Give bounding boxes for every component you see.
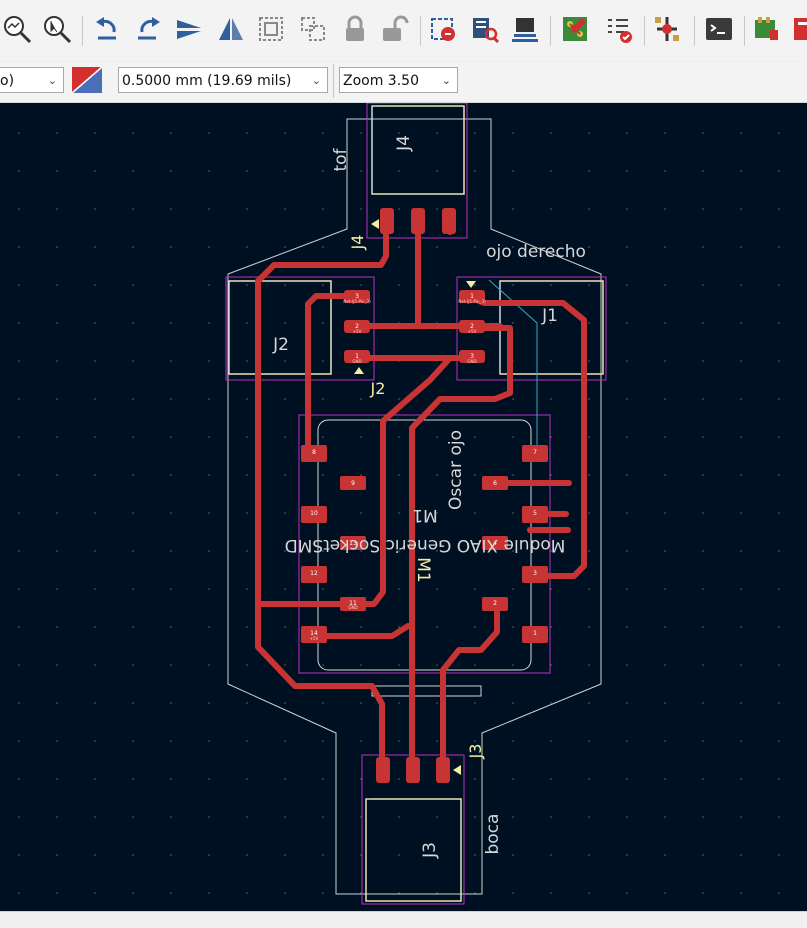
oscar-ojo-label: Oscar ojo [446,430,466,510]
unlock-icon[interactable] [380,14,410,44]
j1-reference: J1 [541,306,558,326]
interactive-router-icon[interactable] [652,14,682,44]
rotate-ccw-icon[interactable] [92,14,122,44]
module-value-label: Module XIAO Generic SocketSMD [285,535,566,555]
toolbar-separator [694,16,695,46]
pad-number: 1 [533,630,537,637]
boca-label: boca [483,814,503,855]
j4-pad-1 [380,208,394,234]
pad-number: 7 [533,449,537,456]
net-inspector-icon[interactable] [560,14,590,44]
j3-pad-3 [436,757,450,783]
layer-select-value: o) [0,73,15,89]
options-toolbar: o) ⌄ 0.5000 mm (19.69 mils) ⌄ Zoom 3.50 … [0,62,807,103]
pad-net-label: GND [352,359,361,364]
j3-reference: J3 [420,842,440,859]
m1-silk-label: M1 [413,557,433,582]
zoom-value: Zoom 3.50 [343,73,419,89]
pcb-canvas[interactable]: 3 2 1 1 2 3 8 10 12 14 7 5 3 1 9 13 11 6… [0,103,807,911]
pad-number: 6 [493,480,497,487]
pcb-board-svg[interactable]: 3 2 1 1 2 3 8 10 12 14 7 5 3 1 9 13 11 6… [0,103,807,911]
pad-net-label: GND [348,605,357,610]
mirror-icon[interactable] [216,14,246,44]
j3-pad-1 [376,757,390,783]
scripting-console-icon[interactable] [704,14,734,44]
j4-silk-reference: J4 [348,235,367,251]
status-bar [0,911,807,928]
pad-number: 12 [310,570,318,577]
zoom-selection-icon[interactable] [42,14,72,44]
footprint-browser-icon[interactable] [752,14,782,44]
layer-select[interactable]: o) ⌄ [0,67,64,93]
pad-net-label: +5V [353,329,362,334]
j2-reference: J2 [272,335,289,355]
track-width-value: 0.5000 mm (19.69 mils) [122,73,292,89]
pad-number: 5 [533,510,537,517]
j3-silk-reference: J3 [466,744,485,760]
zoom-fit-icon[interactable] [2,14,32,44]
main-toolbar [0,0,807,60]
m1-fab-reference: M1 [412,505,437,525]
drc-icon[interactable] [428,14,458,44]
pad-number: 2 [493,600,497,607]
toolbar-separator [333,64,334,98]
zoom-select[interactable]: Zoom 3.50 ⌄ [339,67,458,93]
lock-icon[interactable] [340,14,370,44]
board-setup-icon[interactable] [470,14,500,44]
pad-number: 9 [351,480,355,487]
track-width-select[interactable]: 0.5000 mm (19.69 mils) ⌄ [118,67,328,93]
j2-silk-reference: J2 [370,379,386,398]
j4-pad-3 [442,208,456,234]
layer-stack-icon[interactable] [510,14,540,44]
tof-label: tof [331,147,351,171]
chevron-down-icon: ⌄ [441,74,451,87]
toolbar-separator [550,16,551,46]
pad-net-label: +5V [310,636,319,641]
toolbar-separator [82,16,83,46]
pad-number: 3 [533,570,537,577]
footprint-editor-icon[interactable] [790,14,807,44]
flip-horizontal-icon[interactable] [174,14,204,44]
j4-reference: J4 [394,135,414,152]
pad-net-label: Net-(J1-Pin_3) [343,299,371,304]
chevron-down-icon: ⌄ [311,74,321,87]
pad-net-label: Net-(J1-Pin_3) [458,299,486,304]
ojo-derecho-label: ojo derecho [486,242,586,262]
j4-pad-2 [411,208,425,234]
chevron-down-icon: ⌄ [47,74,57,87]
design-rules-checker-icon[interactable] [604,14,634,44]
pad-number: 8 [312,449,316,456]
j3-pad-2 [406,757,420,783]
pad-net-label: +5V [468,329,477,334]
layer-pair-swatch-icon[interactable] [71,66,103,94]
pad-number: 10 [310,510,318,517]
ungroup-icon[interactable] [298,14,328,44]
toolbar-separator [744,16,745,46]
rotate-cw-icon[interactable] [134,14,164,44]
group-icon[interactable] [256,14,286,44]
grid-dots [0,103,807,911]
toolbar-separator [420,16,421,46]
pad-net-label: GND [467,359,476,364]
toolbar-separator [644,16,645,46]
